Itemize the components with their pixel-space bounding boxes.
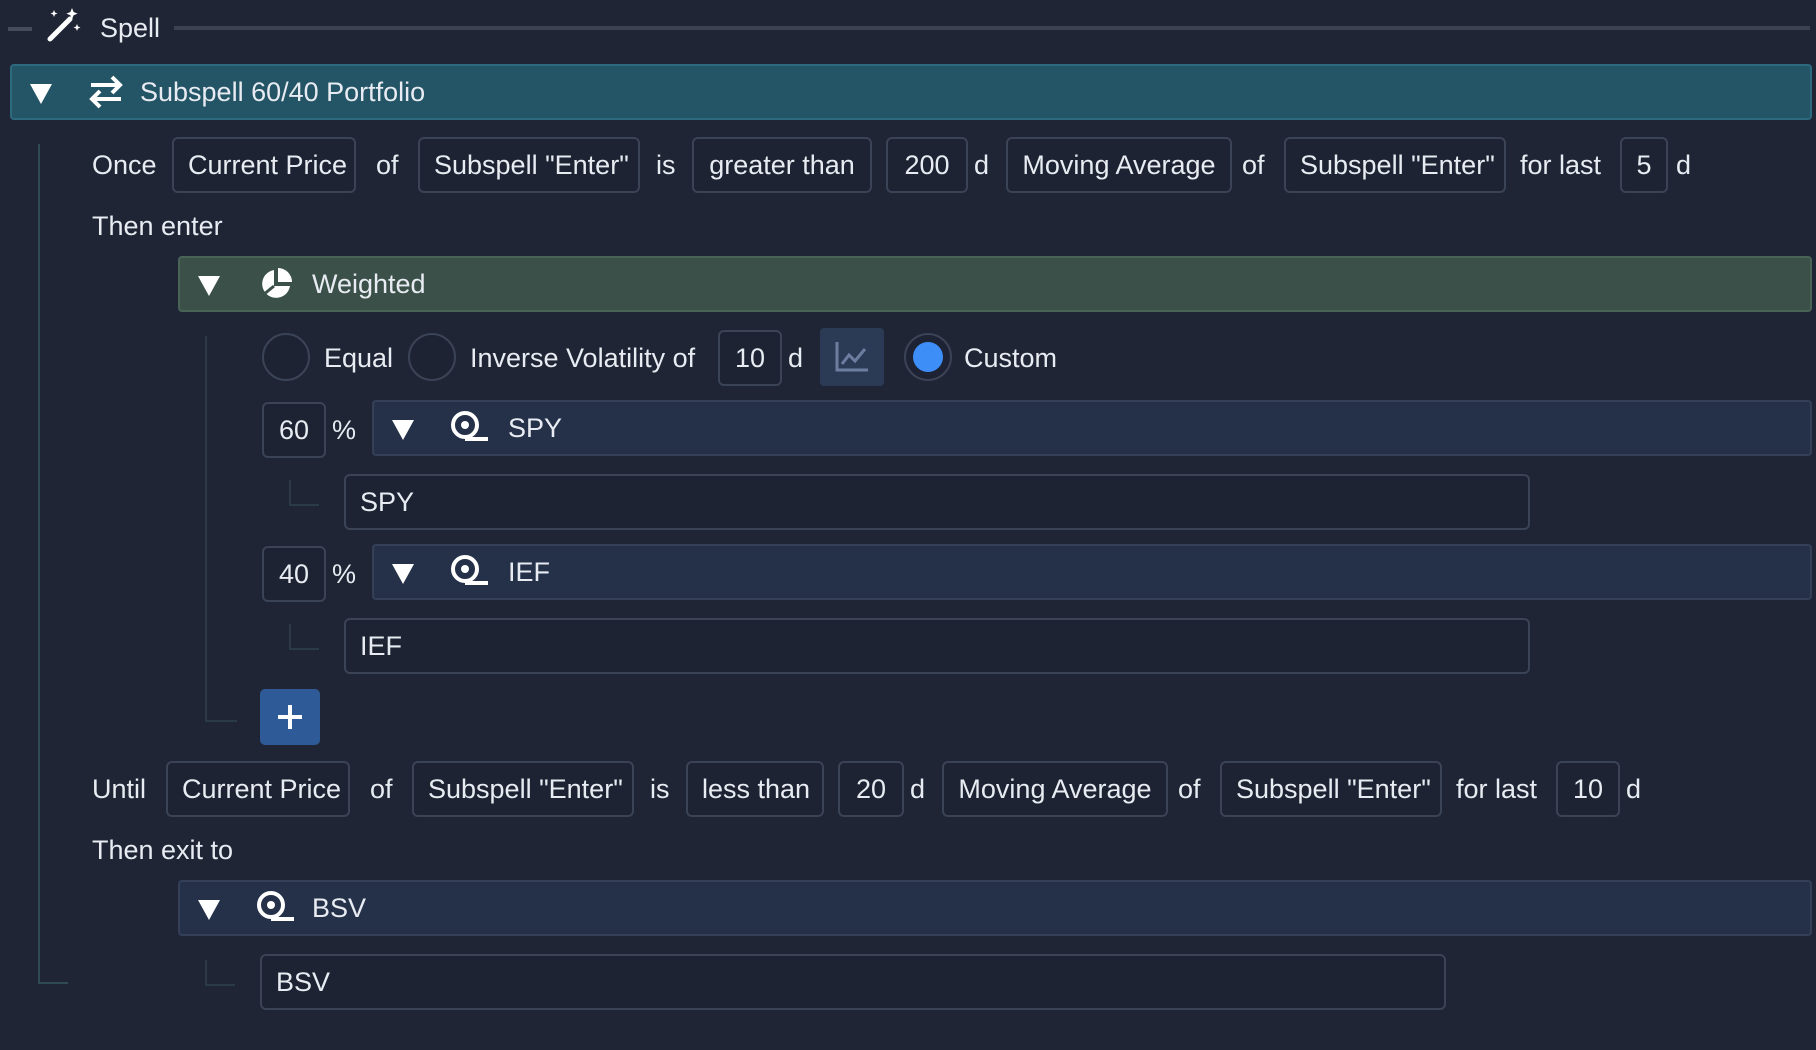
swap-arrows-icon (89, 75, 123, 109)
weighted-bar[interactable]: Weighted (178, 256, 1812, 312)
pie-chart-icon (262, 268, 292, 298)
inverse-volatility-period-input[interactable]: 10 (718, 330, 782, 386)
entry-period-input[interactable]: 200 (886, 137, 968, 193)
triangle-down-icon[interactable] (392, 564, 414, 584)
triangle-down-icon[interactable] (392, 420, 414, 440)
exit-asset-tree-end (205, 984, 235, 986)
triangle-down-icon[interactable] (30, 84, 52, 104)
exit-of-b: of (1178, 774, 1201, 804)
line-chart-icon (835, 342, 868, 372)
equal-label: Equal (324, 343, 394, 373)
exit-comparator-select[interactable]: less than (686, 761, 824, 817)
entry-target-a-select[interactable]: Subspell "Enter" (418, 137, 640, 193)
subspell-title: Subspell 60/40 Portfolio (140, 77, 426, 107)
entry-lookback-unit: d (1676, 150, 1692, 180)
asset-ticker-input[interactable]: SPY (344, 474, 1530, 530)
subspell-tree-end (38, 982, 68, 984)
exit-is: is (650, 774, 670, 804)
plus-icon (278, 705, 302, 729)
entry-of-b: of (1242, 150, 1265, 180)
exit-for-last: for last (1456, 774, 1538, 804)
asset-tree-line (289, 480, 291, 504)
exit-lookback-unit: d (1626, 774, 1642, 804)
radio-custom[interactable] (904, 333, 952, 381)
asset-percent-input[interactable]: 60 (262, 402, 326, 458)
exit-lookback-input[interactable]: 10 (1556, 761, 1620, 817)
exit-of-a: of (370, 774, 393, 804)
exit-target-a-select[interactable]: Subspell "Enter" (412, 761, 634, 817)
exit-asset-bar[interactable]: BSV (178, 880, 1812, 936)
entry-period-unit: d (974, 150, 990, 180)
subspell-tree-line (38, 144, 40, 982)
percent-sign: % (332, 415, 357, 445)
exit-asset-ticker-input[interactable]: BSV (260, 954, 1446, 1010)
asset-ticker: IEF (508, 557, 551, 587)
triangle-down-icon[interactable] (198, 276, 220, 296)
then-exit-label: Then exit to (92, 835, 234, 865)
exit-asset-tree-line (205, 960, 207, 984)
asset-bar-spy[interactable]: SPY (372, 400, 1812, 456)
custom-label: Custom (964, 343, 1058, 373)
header-rule-right (174, 26, 1810, 30)
ticker-icon (451, 411, 488, 441)
asset-tree-end (289, 504, 319, 506)
spell-title: Spell (100, 13, 161, 43)
exit-prefix: Until (92, 774, 147, 804)
radio-equal[interactable] (262, 333, 310, 381)
weighted-tree-end (205, 720, 237, 722)
radio-inverse-volatility[interactable] (408, 333, 456, 381)
asset-tree-line (289, 624, 291, 648)
ticker-icon (451, 555, 488, 585)
subspell-bar[interactable]: Subspell 60/40 Portfolio (10, 64, 1812, 120)
entry-lookback-input[interactable]: 5 (1620, 137, 1668, 193)
triangle-down-icon[interactable] (198, 900, 220, 920)
then-enter-label: Then enter (92, 211, 223, 241)
exit-period-unit: d (910, 774, 926, 804)
exit-target-b-select[interactable]: Subspell "Enter" (1220, 761, 1442, 817)
add-asset-button[interactable] (260, 689, 320, 745)
asset-tree-end (289, 648, 319, 650)
weighted-tree-line (205, 336, 207, 720)
asset-ticker-input[interactable]: IEF (344, 618, 1530, 674)
entry-is: is (656, 150, 676, 180)
entry-prefix: Once (92, 150, 157, 180)
entry-metric-a-select[interactable]: Current Price (172, 137, 356, 193)
inverse-volatility-unit: d (788, 343, 804, 373)
inverse-volatility-label: Inverse Volatility of (470, 343, 696, 373)
magic-wand-icon (47, 8, 81, 42)
asset-bar-ief[interactable]: IEF (372, 544, 1812, 600)
ticker-icon (257, 891, 294, 921)
entry-metric-b-select[interactable]: Moving Average (1006, 137, 1232, 193)
percent-sign: % (332, 559, 357, 589)
exit-metric-b-select[interactable]: Moving Average (942, 761, 1168, 817)
asset-ticker: SPY (508, 413, 563, 443)
exit-period-input[interactable]: 20 (838, 761, 904, 817)
entry-target-b-select[interactable]: Subspell "Enter" (1284, 137, 1506, 193)
entry-of-a: of (376, 150, 399, 180)
exit-metric-a-select[interactable]: Current Price (166, 761, 350, 817)
weighted-title: Weighted (312, 269, 426, 299)
chart-toggle-button[interactable] (820, 328, 884, 386)
header-rule-left (8, 27, 32, 31)
entry-for-last: for last (1520, 150, 1602, 180)
asset-percent-input[interactable]: 40 (262, 546, 326, 602)
entry-comparator-select[interactable]: greater than (692, 137, 872, 193)
exit-asset-ticker: BSV (312, 893, 367, 923)
